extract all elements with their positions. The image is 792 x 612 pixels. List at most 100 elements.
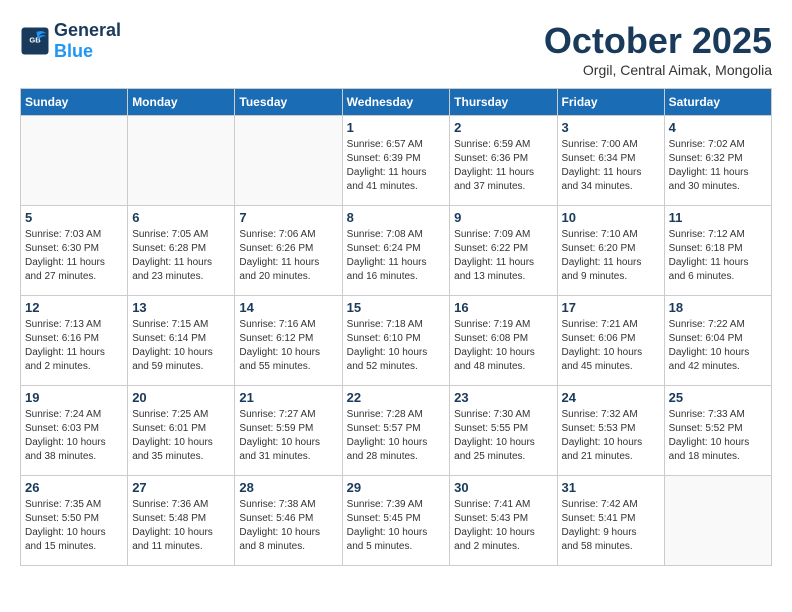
day-number: 2	[454, 120, 552, 135]
day-detail: Sunrise: 7:02 AM Sunset: 6:32 PM Dayligh…	[669, 138, 767, 194]
day-number: 26	[25, 480, 123, 495]
calendar-cell: 7Sunrise: 7:06 AM Sunset: 6:26 PM Daylig…	[235, 206, 342, 296]
calendar-cell: 14Sunrise: 7:16 AM Sunset: 6:12 PM Dayli…	[235, 296, 342, 386]
calendar-cell: 15 Sunrise: 7:18 AM Sunset: 6:10 PM Dayli…	[342, 296, 450, 386]
logo-text: GeneralBlue	[54, 20, 121, 62]
logo: GB GeneralBlue	[20, 20, 121, 62]
day-number: 15	[347, 300, 446, 315]
calendar-cell: 18Sunrise: 7:22 AM Sunset: 6:04 PM Dayli…	[664, 296, 771, 386]
day-number: 8	[347, 210, 446, 225]
header-friday: Friday	[557, 89, 664, 116]
day-detail: Sunrise: 7:12 AM Sunset: 6:18 PM Dayligh…	[669, 228, 767, 284]
day-detail: Sunrise: 6:57 AM Sunset: 6:39 PM Dayligh…	[347, 138, 446, 194]
calendar-cell	[128, 116, 235, 206]
day-number: 17	[562, 300, 660, 315]
day-number: 22	[347, 390, 446, 405]
calendar-cell: 21 Sunrise: 7:27 AM Sunset: 5:59 PM Dayli…	[235, 386, 342, 476]
day-detail: Sunrise: 7:10 AM Sunset: 6:20 PM Dayligh…	[562, 228, 660, 284]
header-monday: Monday	[128, 89, 235, 116]
calendar-cell: 9 Sunrise: 7:09 AM Sunset: 6:22 PM Daylig…	[450, 206, 557, 296]
day-number: 30	[454, 480, 552, 495]
logo-icon: GB	[20, 26, 50, 56]
day-number: 1	[347, 120, 446, 135]
day-number: 24	[562, 390, 660, 405]
calendar-cell	[664, 476, 771, 566]
day-detail: Sunrise: 7:09 AM Sunset: 6:22 PM Dayligh…	[454, 228, 552, 284]
location: Orgil, Central Aimak, Mongolia	[544, 62, 772, 78]
calendar-table: Sunday Monday Tuesday Wednesday Thursday…	[20, 88, 772, 566]
day-detail: Sunrise: 7:39 AM Sunset: 5:45 PM Dayligh…	[347, 498, 446, 554]
day-number: 28	[239, 480, 337, 495]
page: GB GeneralBlue October 2025 Orgil, Centr…	[0, 0, 792, 576]
calendar-cell: 22 Sunrise: 7:28 AM Sunset: 5:57 PM Dayli…	[342, 386, 450, 476]
day-detail: Sunrise: 6:59 AM Sunset: 6:36 PM Dayligh…	[454, 138, 552, 194]
day-detail: Sunrise: 7:35 AM Sunset: 5:50 PM Dayligh…	[25, 498, 123, 554]
header: GB GeneralBlue October 2025 Orgil, Centr…	[20, 20, 772, 78]
title-block: October 2025 Orgil, Central Aimak, Mongo…	[544, 20, 772, 78]
calendar-header-row: Sunday Monday Tuesday Wednesday Thursday…	[21, 89, 772, 116]
day-number: 10	[562, 210, 660, 225]
day-detail: Sunrise: 7:33 AM Sunset: 5:52 PM Dayligh…	[669, 408, 767, 464]
day-detail: Sunrise: 7:18 AM Sunset: 6:10 PM Dayligh…	[347, 318, 446, 374]
day-number: 12	[25, 300, 123, 315]
calendar-cell: 6 Sunrise: 7:05 AM Sunset: 6:28 PM Daylig…	[128, 206, 235, 296]
day-detail: Sunrise: 7:08 AM Sunset: 6:24 PM Dayligh…	[347, 228, 446, 284]
day-detail: Sunrise: 7:28 AM Sunset: 5:57 PM Dayligh…	[347, 408, 446, 464]
day-number: 19	[25, 390, 123, 405]
day-number: 27	[132, 480, 230, 495]
day-detail: Sunrise: 7:13 AM Sunset: 6:16 PM Dayligh…	[25, 318, 123, 374]
day-detail: Sunrise: 7:21 AM Sunset: 6:06 PM Dayligh…	[562, 318, 660, 374]
month-title: October 2025	[544, 20, 772, 62]
day-number: 6	[132, 210, 230, 225]
calendar-cell: 20Sunrise: 7:25 AM Sunset: 6:01 PM Dayli…	[128, 386, 235, 476]
day-detail: Sunrise: 7:16 AM Sunset: 6:12 PM Dayligh…	[239, 318, 337, 374]
calendar-cell: 23 Sunrise: 7:30 AM Sunset: 5:55 PM Dayli…	[450, 386, 557, 476]
day-detail: Sunrise: 7:00 AM Sunset: 6:34 PM Dayligh…	[562, 138, 660, 194]
day-number: 18	[669, 300, 767, 315]
calendar-cell: 10 Sunrise: 7:10 AM Sunset: 6:20 PM Dayli…	[557, 206, 664, 296]
header-sunday: Sunday	[21, 89, 128, 116]
calendar-cell: 8 Sunrise: 7:08 AM Sunset: 6:24 PM Daylig…	[342, 206, 450, 296]
calendar-cell: 29 Sunrise: 7:39 AM Sunset: 5:45 PM Dayli…	[342, 476, 450, 566]
calendar-cell: 27Sunrise: 7:36 AM Sunset: 5:48 PM Dayli…	[128, 476, 235, 566]
day-detail: Sunrise: 7:41 AM Sunset: 5:43 PM Dayligh…	[454, 498, 552, 554]
week-row-1: 1 Sunrise: 6:57 AM Sunset: 6:39 PM Daylig…	[21, 116, 772, 206]
calendar-cell	[21, 116, 128, 206]
calendar-cell: 3Sunrise: 7:00 AM Sunset: 6:34 PM Daylig…	[557, 116, 664, 206]
day-detail: Sunrise: 7:32 AM Sunset: 5:53 PM Dayligh…	[562, 408, 660, 464]
calendar-cell: 13 Sunrise: 7:15 AM Sunset: 6:14 PM Dayli…	[128, 296, 235, 386]
day-number: 7	[239, 210, 337, 225]
day-number: 5	[25, 210, 123, 225]
week-row-3: 12 Sunrise: 7:13 AM Sunset: 6:16 PM Dayli…	[21, 296, 772, 386]
week-row-2: 5Sunrise: 7:03 AM Sunset: 6:30 PM Daylig…	[21, 206, 772, 296]
calendar-cell: 5Sunrise: 7:03 AM Sunset: 6:30 PM Daylig…	[21, 206, 128, 296]
week-row-5: 26 Sunrise: 7:35 AM Sunset: 5:50 PM Dayli…	[21, 476, 772, 566]
day-detail: Sunrise: 7:42 AM Sunset: 5:41 PM Dayligh…	[562, 498, 660, 554]
day-detail: Sunrise: 7:24 AM Sunset: 6:03 PM Dayligh…	[25, 408, 123, 464]
day-number: 23	[454, 390, 552, 405]
calendar-cell: 17 Sunrise: 7:21 AM Sunset: 6:06 PM Dayli…	[557, 296, 664, 386]
calendar-cell: 24 Sunrise: 7:32 AM Sunset: 5:53 PM Dayli…	[557, 386, 664, 476]
header-thursday: Thursday	[450, 89, 557, 116]
day-detail: Sunrise: 7:15 AM Sunset: 6:14 PM Dayligh…	[132, 318, 230, 374]
calendar-cell: 26 Sunrise: 7:35 AM Sunset: 5:50 PM Dayli…	[21, 476, 128, 566]
day-number: 25	[669, 390, 767, 405]
day-detail: Sunrise: 7:27 AM Sunset: 5:59 PM Dayligh…	[239, 408, 337, 464]
calendar-cell: 25 Sunrise: 7:33 AM Sunset: 5:52 PM Dayli…	[664, 386, 771, 476]
calendar-cell: 28 Sunrise: 7:38 AM Sunset: 5:46 PM Dayli…	[235, 476, 342, 566]
calendar-cell: 2 Sunrise: 6:59 AM Sunset: 6:36 PM Daylig…	[450, 116, 557, 206]
day-detail: Sunrise: 7:25 AM Sunset: 6:01 PM Dayligh…	[132, 408, 230, 464]
day-number: 13	[132, 300, 230, 315]
calendar-cell: 19 Sunrise: 7:24 AM Sunset: 6:03 PM Dayli…	[21, 386, 128, 476]
day-number: 9	[454, 210, 552, 225]
day-detail: Sunrise: 7:30 AM Sunset: 5:55 PM Dayligh…	[454, 408, 552, 464]
calendar-cell: 12 Sunrise: 7:13 AM Sunset: 6:16 PM Dayli…	[21, 296, 128, 386]
calendar-cell: 16Sunrise: 7:19 AM Sunset: 6:08 PM Dayli…	[450, 296, 557, 386]
day-detail: Sunrise: 7:38 AM Sunset: 5:46 PM Dayligh…	[239, 498, 337, 554]
day-number: 21	[239, 390, 337, 405]
day-detail: Sunrise: 7:19 AM Sunset: 6:08 PM Dayligh…	[454, 318, 552, 374]
day-number: 29	[347, 480, 446, 495]
day-detail: Sunrise: 7:05 AM Sunset: 6:28 PM Dayligh…	[132, 228, 230, 284]
calendar-cell: 1 Sunrise: 6:57 AM Sunset: 6:39 PM Daylig…	[342, 116, 450, 206]
header-tuesday: Tuesday	[235, 89, 342, 116]
